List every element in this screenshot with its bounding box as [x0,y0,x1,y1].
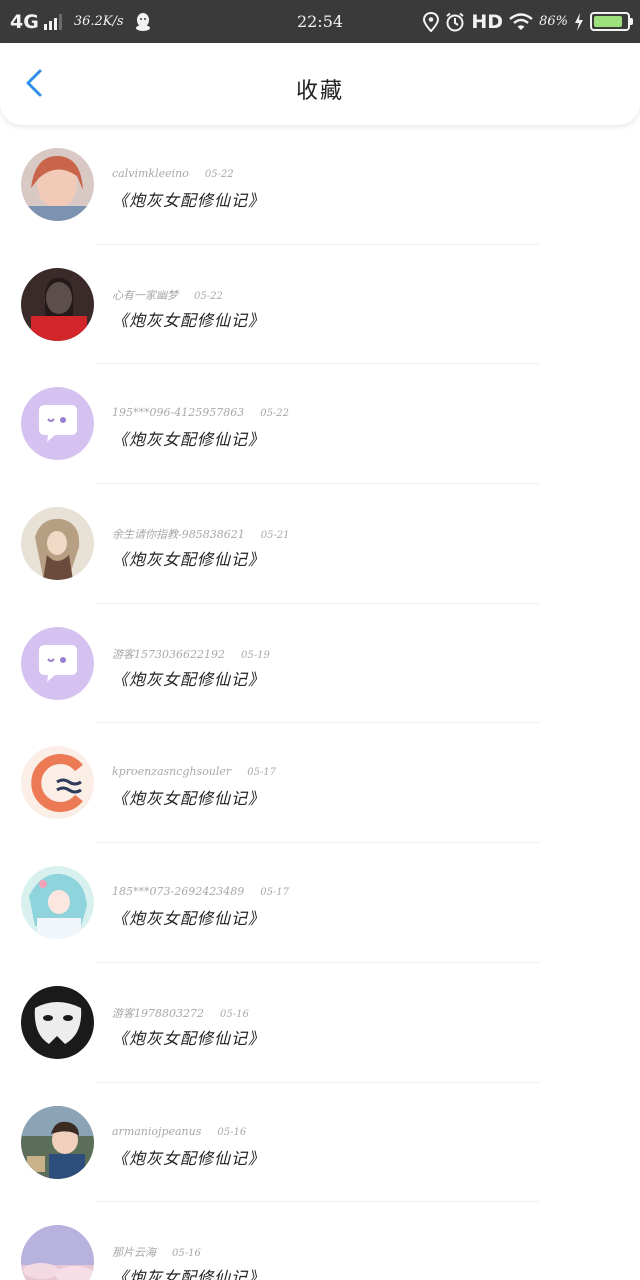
book-title: 《炮灰女配修仙记》 [112,789,266,809]
date: 05-22 [204,169,234,180]
username: 那片云海 [112,1246,156,1260]
avatar[interactable] [21,267,94,341]
avatar[interactable] [21,387,94,461]
avatar[interactable] [21,866,94,940]
username: 游客1978803272 [112,1006,204,1020]
book-title: 《炮灰女配修仙记》 [112,1148,266,1168]
charging-icon [575,12,583,31]
wifi-icon [509,12,533,30]
username: 185***073-2692423489 [112,885,245,899]
alarm-icon [446,12,465,31]
item-meta: calvimkleeino 05-22 [112,167,234,180]
list-item[interactable]: 那片云海 05-16 《炮灰女配修仙记》 [0,1202,640,1280]
date: 05-21 [260,530,290,542]
item-meta: 游客1573036622192 05-19 [112,646,270,662]
item-meta: 那片云海 05-16 [112,1244,201,1260]
list-item[interactable]: kproenzasncghsouler 05-17 《炮灰女配修仙记》 [0,723,640,844]
book-title: 《炮灰女配修仙记》 [112,430,266,450]
book-title: 《炮灰女配修仙记》 [112,550,266,570]
avatar[interactable] [21,1105,94,1179]
book-title: 《炮灰女配修仙记》 [112,1028,266,1048]
date: 05-17 [260,887,290,899]
page-title: 收藏 [295,79,344,104]
avatar[interactable] [21,626,94,700]
date: 05-22 [260,408,290,420]
date: 05-16 [220,1008,249,1020]
item-meta: kproenzasncghsouler 05-17 [112,765,276,778]
book-title: 《炮灰女配修仙记》 [112,191,266,210]
status-bar: 4G 36.2K/s 22:54 HD 86% [0,0,640,43]
item-meta: 余生请你指教-985838621 05-21 [112,526,290,542]
book-title: 《炮灰女配修仙记》 [112,310,266,330]
battery-percent: 86% [539,14,568,29]
list-item[interactable]: 游客1573036622192 05-19 《炮灰女配修仙记》 [0,604,640,724]
item-meta: 心有一家幽梦 05-22 [112,287,223,303]
list-item[interactable]: 心有一家幽梦 05-22 《炮灰女配修仙记》 [0,245,640,365]
book-title: 《炮灰女配修仙记》 [112,909,266,929]
username: calvimkleeino [112,167,189,180]
item-meta: 185***073-2692423489 05-17 [112,885,289,898]
username: armaniojpeanus [112,1124,202,1138]
battery-level [594,16,622,27]
item-meta: 195***096-4125957863 05-22 [112,406,289,419]
date: 05-22 [194,290,223,302]
username: 游客1573036622192 [112,647,225,661]
list-item[interactable]: 游客1978803272 05-16 《炮灰女配修仙记》 [0,963,640,1083]
item-meta: armaniojpeanus 05-16 [112,1125,246,1138]
battery-icon [590,12,633,31]
username: 余生请你指教-985838621 [112,528,245,542]
book-title: 《炮灰女配修仙记》 [112,1268,266,1280]
date: 05-19 [240,649,270,661]
avatar[interactable] [21,985,94,1059]
item-meta: 游客1978803272 05-16 [112,1005,249,1021]
status-right: HD 86% [417,0,633,43]
list-item[interactable]: 余生请你指教-985838621 05-21 《炮灰女配修仙记》 [0,484,640,604]
avatar[interactable] [21,507,94,581]
date: 05-16 [217,1126,247,1138]
date: 05-17 [247,767,277,779]
list-item[interactable]: calvimkleeino 05-22 《炮灰女配修仙记》 [0,125,640,245]
avatar[interactable] [21,148,94,221]
username: kproenzasncghsouler [112,765,232,779]
location-icon [423,11,440,32]
list-item[interactable]: 195***096-4125957863 05-22 《炮灰女配修仙记》 [0,364,640,485]
username: 心有一家幽梦 [112,288,178,302]
list-item[interactable]: 185***073-2692423489 05-17 《炮灰女配修仙记》 [0,843,640,963]
avatar[interactable] [21,746,94,820]
hd-indicator: HD [471,10,504,33]
book-title: 《炮灰女配修仙记》 [112,669,266,689]
username: 195***096-4125957863 [112,406,245,420]
date: 05-16 [172,1248,201,1260]
header-bar: 收藏 [0,43,640,125]
list-item[interactable]: armaniojpeanus 05-16 《炮灰女配修仙记》 [0,1083,640,1203]
favorites-list: calvimkleeino 05-22 《炮灰女配修仙记》 心有一家幽梦 05-22 《炮… [0,125,640,1280]
avatar[interactable] [21,1225,94,1280]
